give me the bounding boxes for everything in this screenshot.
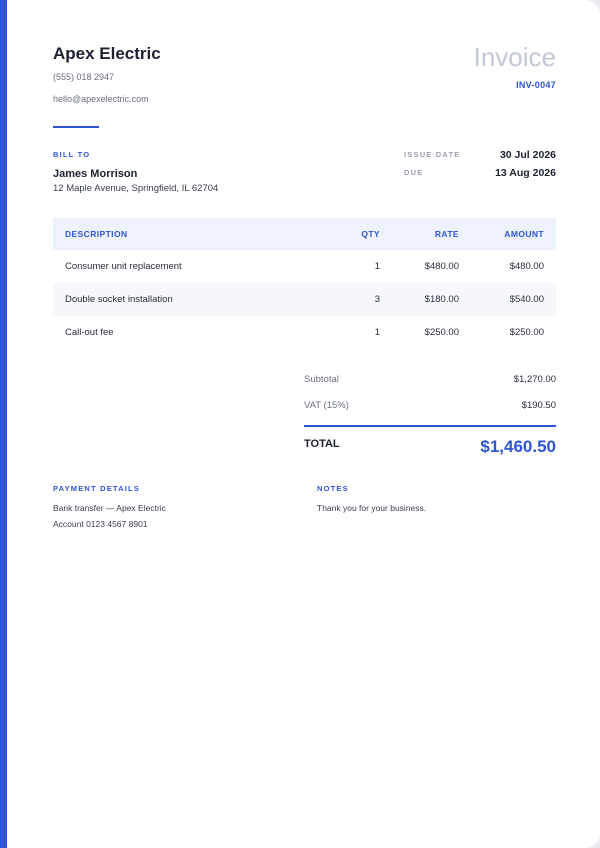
notes-text: Thank you for your business.: [317, 503, 427, 513]
issue-date-value: 30 Jul 2026: [499, 149, 556, 161]
client-address: 12 Maple Avenue, Springfield, IL 62704: [53, 183, 219, 194]
header-qty: QTY: [303, 218, 380, 250]
row-qty: 1: [374, 261, 380, 272]
table-row: Call-out fee 1 $250.00 $250.00: [53, 316, 556, 349]
subtotal-label: Subtotal: [304, 374, 339, 385]
due-date-label: DUE: [404, 168, 424, 177]
company-email: hello@apexelectric.com: [53, 94, 149, 104]
header-rate: RATE: [380, 218, 459, 250]
accent-bar: [0, 0, 7, 848]
row-amount: $540.00: [459, 283, 556, 316]
row-rate: $480.00: [424, 261, 459, 272]
line-items-table: DESCRIPTION QTY RATE AMOUNT Consumer uni…: [53, 218, 556, 349]
invoice-page: Apex Electric (555) 018 2947 hello@apexe…: [0, 0, 600, 848]
document-title: Invoice: [473, 42, 556, 72]
row-qty: 3: [303, 283, 380, 316]
payment-details-label: PAYMENT DETAILS: [53, 484, 141, 493]
company-name: Apex Electric: [53, 44, 161, 63]
notes-label: NOTES: [317, 484, 349, 493]
header-amount: AMOUNT: [459, 218, 556, 250]
due-date-value: 13 Aug 2026: [495, 167, 556, 179]
table-header-row: DESCRIPTION QTY RATE AMOUNT: [53, 218, 556, 250]
issue-date-label: ISSUE DATE: [404, 150, 461, 159]
vat-value: $190.50: [521, 400, 556, 411]
row-amount: $480.00: [509, 261, 544, 272]
header-divider: [53, 126, 99, 128]
payment-line-1: Bank transfer — Apex Electric: [53, 503, 166, 513]
invoice-number: INV-0047: [516, 80, 556, 90]
vat-label: VAT (15%): [304, 400, 349, 411]
bill-to-label: BILL TO: [53, 150, 91, 159]
row-description: Consumer unit replacement: [65, 261, 182, 272]
payment-line-2: Account 0123 4567 8901: [53, 519, 148, 529]
total-divider: [304, 425, 556, 427]
total-label: TOTAL: [304, 438, 340, 450]
row-rate: $250.00: [424, 327, 459, 338]
subtotal-value: $1,270.00: [513, 374, 556, 385]
row-description: Call-out fee: [65, 327, 114, 338]
table-row: Double socket installation 3 $180.00 $54…: [53, 283, 556, 316]
row-qty: 1: [374, 327, 380, 338]
table-row: Consumer unit replacement 1 $480.00 $480…: [53, 250, 556, 283]
row-description: Double socket installation: [53, 283, 303, 316]
client-name: James Morrison: [53, 168, 138, 180]
total-value: $1,460.50: [480, 437, 556, 456]
row-amount: $250.00: [509, 327, 544, 338]
company-phone: (555) 018 2947: [53, 72, 115, 82]
header-description: DESCRIPTION: [53, 218, 303, 250]
row-rate: $180.00: [380, 283, 459, 316]
